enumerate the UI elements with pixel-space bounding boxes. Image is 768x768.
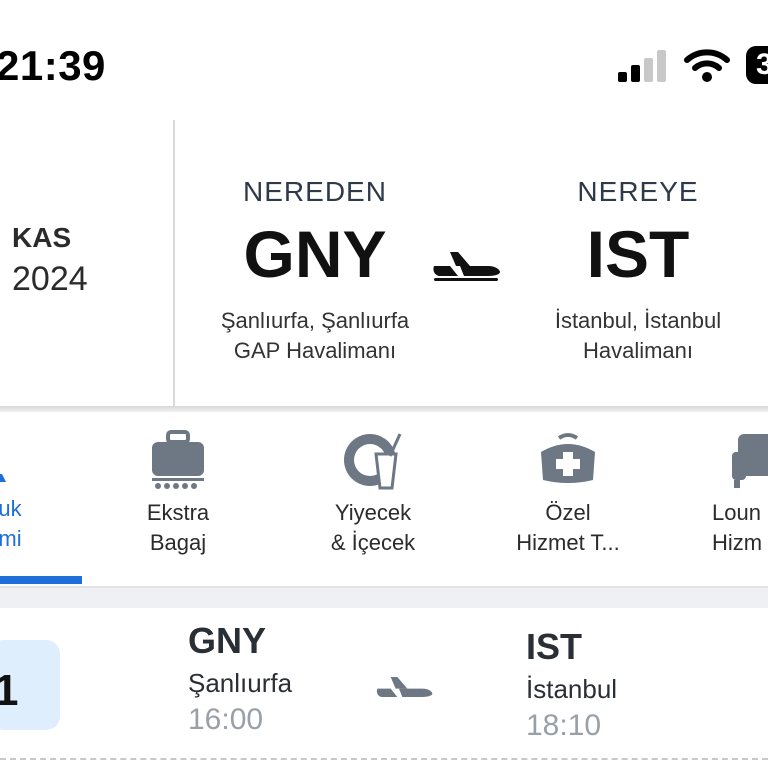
service-tab-lounge-label2: Hizm xyxy=(712,530,763,555)
service-tab-seat[interactable]: uk mi xyxy=(0,452,40,554)
service-tab-seat-label2: mi xyxy=(0,526,22,551)
food-drink-icon xyxy=(344,433,402,490)
segment-destination-city: İstanbul xyxy=(526,674,618,704)
destination-city-line2: Havalimanı xyxy=(582,338,694,363)
service-tab-food-drink-label2: & İçecek xyxy=(330,530,416,555)
lounge-sofa-icon xyxy=(732,434,768,488)
medical-kit-icon xyxy=(541,433,595,483)
origin-city-line1: Şanlıurfa, Şanlıurfa xyxy=(220,308,410,333)
origin-city: Şanlıurfa, Şanlıurfa GAP Havalimanı xyxy=(195,306,435,366)
service-tab-lounge-label1: Loun xyxy=(712,500,761,525)
service-tab-extra-baggage[interactable]: Ekstra Bagaj xyxy=(118,430,238,558)
date-block: KAS 2024 xyxy=(12,222,88,299)
service-tab-extra-baggage-label1: Ekstra xyxy=(146,500,210,525)
service-tab-lounge[interactable]: Loun Hizm xyxy=(712,430,768,558)
dashed-separator xyxy=(0,758,768,760)
segment-departure-time: 16:00 xyxy=(188,703,264,736)
service-tab-extra-baggage-label2: Bagaj xyxy=(149,530,207,555)
date-year: 2024 xyxy=(12,260,88,298)
service-tab-seat-label1: uk xyxy=(0,496,22,521)
destination-airport: NEREYE IST İstanbul, İstanbul Havalimanı xyxy=(518,176,758,366)
segment-destination-code: IST xyxy=(526,626,583,667)
services-tab-bar: uk mi Ekstra Bagaj Yiyecek & İçecek Özel… xyxy=(0,412,768,588)
clock: 21:39 xyxy=(0,42,106,89)
destination-city-line1: İstanbul, İstanbul xyxy=(554,308,722,333)
baggage-icon xyxy=(152,430,204,489)
active-tab-indicator xyxy=(0,576,82,584)
segment-badge-value: 1 xyxy=(0,666,19,715)
segment-badge: 1 xyxy=(0,640,60,730)
battery-level: 3 xyxy=(756,48,768,81)
destination-code: IST xyxy=(586,217,690,291)
wifi-icon xyxy=(684,49,730,82)
service-tab-special-service[interactable]: Özel Hizmet T... xyxy=(490,430,646,558)
origin-airport: NEREDEN GNY Şanlıurfa, Şanlıurfa GAP Hav… xyxy=(195,176,435,366)
service-tab-special-service-label2: Hizmet T... xyxy=(516,530,620,555)
cellular-signal-icon xyxy=(618,50,666,82)
segment-origin: GNY Şanlıurfa 16:00 xyxy=(188,620,292,737)
origin-label: NEREDEN xyxy=(243,176,387,207)
segment-destination: IST İstanbul 18:10 xyxy=(526,626,617,743)
airplane-icon xyxy=(376,677,433,697)
segment-origin-code: GNY xyxy=(188,620,267,661)
origin-code: GNY xyxy=(243,217,387,291)
seat-icon xyxy=(0,474,6,482)
service-tab-special-service-label1: Özel xyxy=(545,500,591,525)
airplane-icon xyxy=(433,252,500,281)
status-bar: 21:39 3 xyxy=(0,0,768,120)
service-tab-food-drink-label1: Yiyecek xyxy=(334,500,412,525)
service-tab-food-drink[interactable]: Yiyecek & İçecek xyxy=(310,430,436,558)
battery-icon: 3 xyxy=(746,46,768,84)
destination-city: İstanbul, İstanbul Havalimanı xyxy=(518,306,758,366)
destination-label: NEREYE xyxy=(577,176,699,207)
divider xyxy=(173,120,175,408)
date-month: KAS xyxy=(12,222,72,253)
origin-city-line2: GAP Havalimanı xyxy=(233,338,397,363)
segment-origin-city: Şanlıurfa xyxy=(188,668,293,698)
section-gap xyxy=(0,588,768,608)
segment-arrival-time: 18:10 xyxy=(526,709,602,742)
